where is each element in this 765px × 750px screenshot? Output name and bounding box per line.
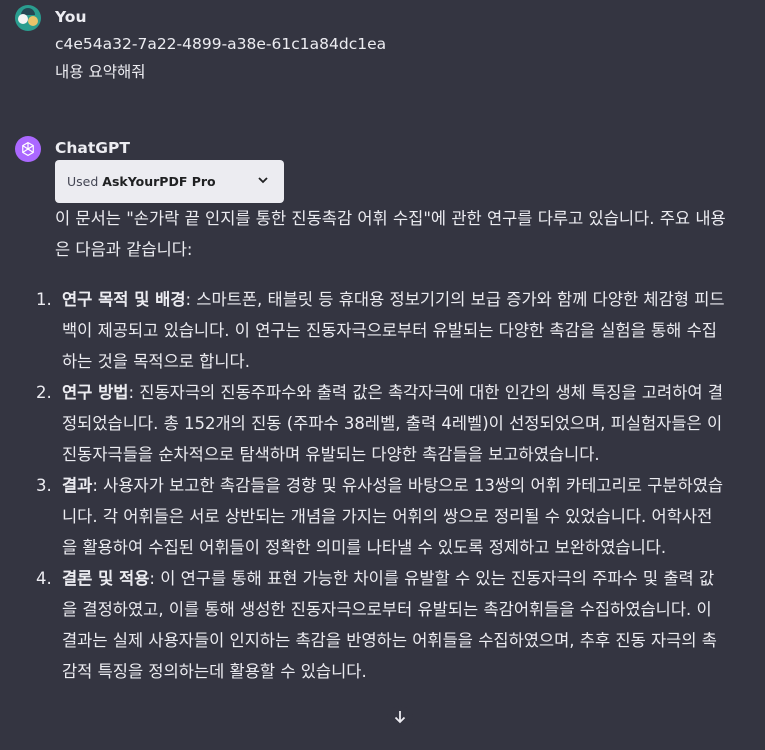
list-item: 4. 결론 및 적용: 이 연구를 통해 표현 가능한 차이를 유발할 수 있는 … [36, 569, 717, 681]
list-item: 2. 연구 방법: 진동자극의 진동주파수와 출력 값은 촉각자극에 대한 인간의… [36, 383, 724, 464]
assistant-author-name: ChatGPT [55, 139, 130, 157]
plugin-name: AskYourPDF Pro [102, 174, 216, 189]
point-text: : 진동자극의 진동주파수와 출력 값은 촉각자극에 대한 인간의 생체 특징을… [62, 383, 724, 464]
user-message-line-1: c4e54a32-7a22-4899-a38e-61c1a84dc1ea [55, 35, 387, 53]
user-message-line-2: 내용 요약해줘 [55, 63, 146, 81]
point-title: 연구 방법 [62, 383, 129, 402]
openai-logo-icon [15, 136, 41, 162]
point-title: 결과 [62, 476, 93, 495]
arrow-down-icon [392, 709, 408, 729]
scroll-to-bottom-button[interactable] [387, 706, 413, 732]
plugin-used-dropdown[interactable]: Used AskYourPDF Pro [55, 160, 284, 203]
chevron-down-icon [256, 173, 270, 190]
point-text: : 이 연구를 통해 표현 가능한 차이를 유발할 수 있는 진동자극의 주파수… [62, 569, 717, 681]
list-item: 1. 연구 목적 및 배경: 스마트폰, 태블릿 등 휴대용 정보기기의 보급 증… [36, 290, 725, 371]
list-item: 3. 결과: 사용자가 보고한 촉감들을 경향 및 유사성을 바탕으로 13쌍의 … [36, 476, 724, 557]
user-author-name: You [55, 8, 87, 26]
point-text: : 사용자가 보고한 촉감들을 경향 및 유사성을 바탕으로 13쌍의 어휘 카… [62, 476, 724, 557]
point-title: 연구 목적 및 배경 [62, 290, 186, 309]
summary-list: 1. 연구 목적 및 배경: 스마트폰, 태블릿 등 휴대용 정보기기의 보급 증… [0, 284, 740, 687]
plugin-used-label: Used [67, 174, 99, 189]
assistant-intro: 이 문서는 "손가락 끝 인지를 통한 진동촉감 어휘 수집"에 관한 연구를 … [55, 209, 726, 259]
user-avatar [15, 5, 41, 31]
user-message: You c4e54a32-7a22-4899-a38e-61c1a84dc1ea… [0, 0, 765, 110]
point-title: 결론 및 적용 [62, 569, 150, 588]
